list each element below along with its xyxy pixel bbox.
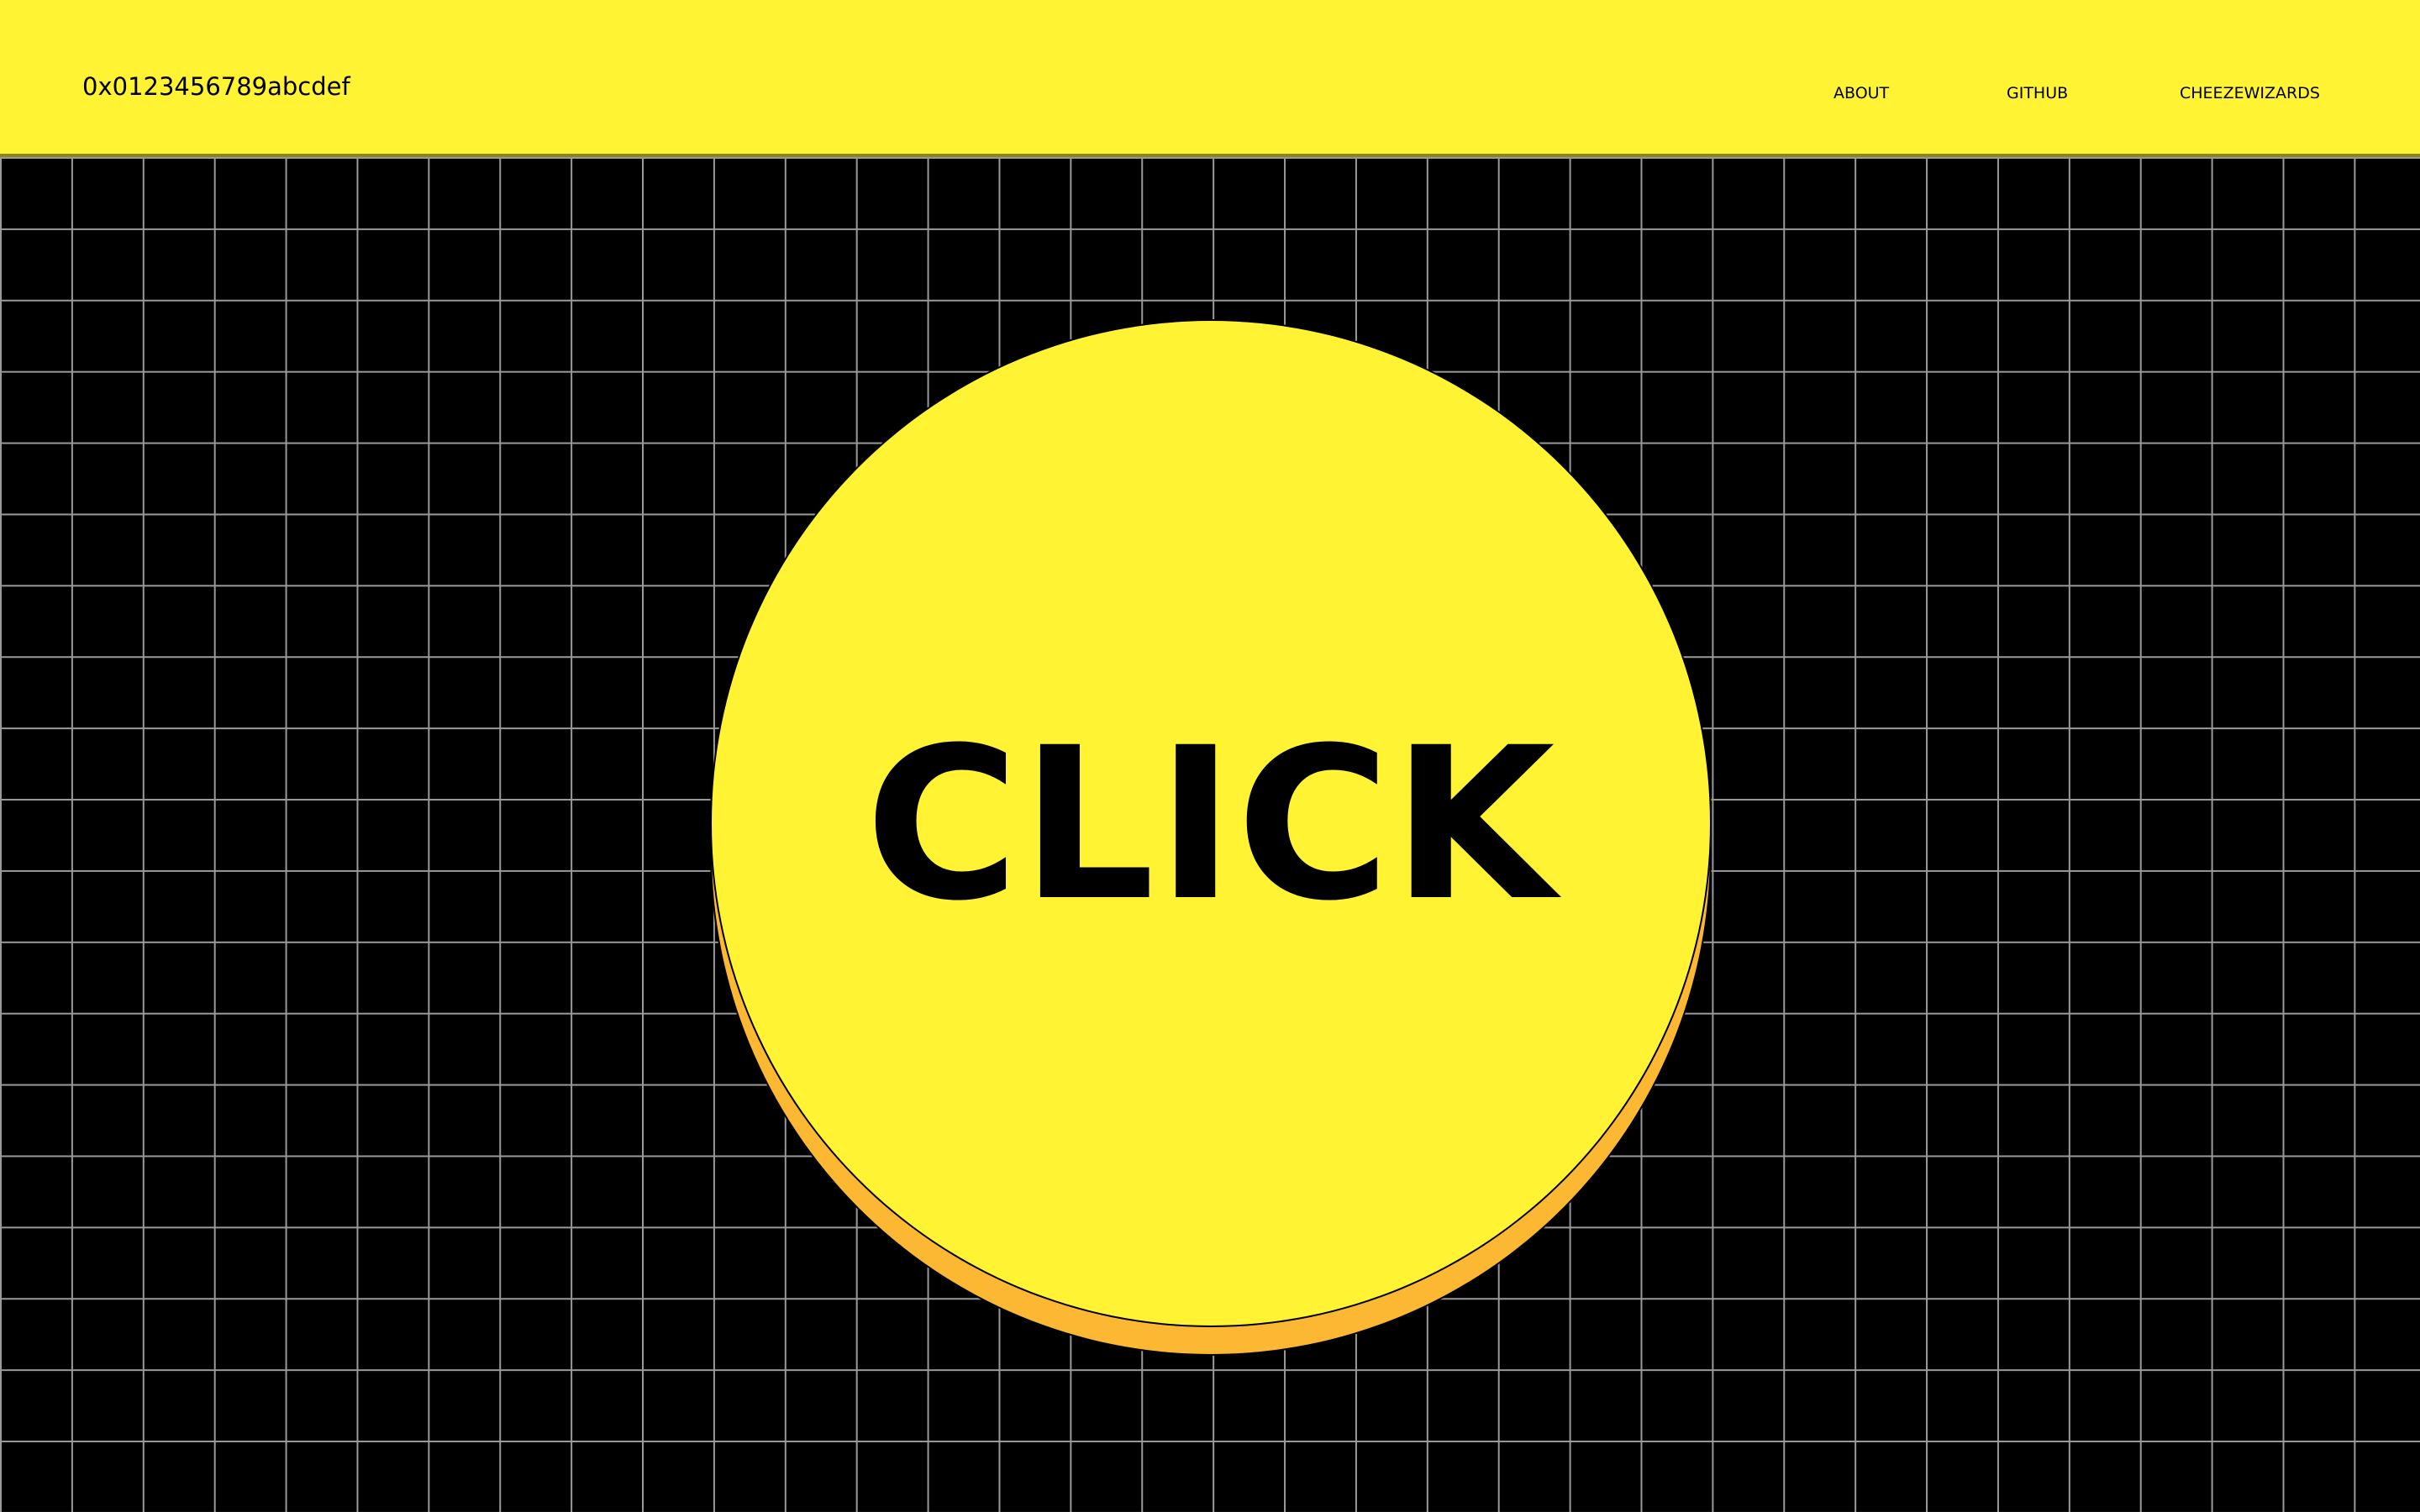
top-header: 0x0123456789abcdef ABOUT GITHUB CHEEZEWI… [0, 0, 2420, 157]
page: 0x0123456789abcdef ABOUT GITHUB CHEEZEWI… [0, 0, 2420, 1512]
nav-link-github[interactable]: GITHUB [2007, 84, 2068, 102]
click-button-label: CLICK [865, 702, 1557, 947]
wallet-address: 0x0123456789abcdef [82, 72, 350, 101]
click-button-face[interactable]: CLICK [710, 319, 1712, 1327]
click-button[interactable]: CLICK [710, 319, 1712, 1357]
nav-link-about[interactable]: ABOUT [1833, 84, 1889, 102]
nav-link-cheezewizards[interactable]: CHEEZEWIZARDS [2180, 84, 2320, 102]
